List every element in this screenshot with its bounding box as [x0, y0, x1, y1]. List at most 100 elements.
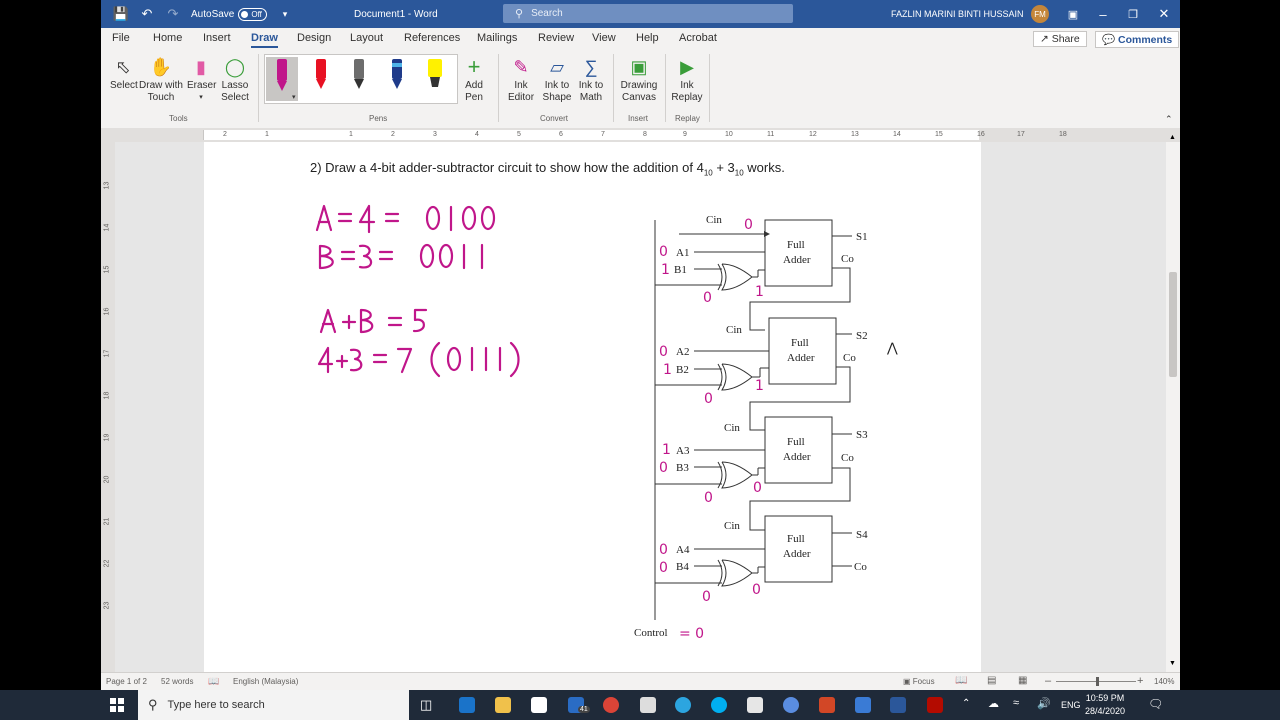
tab-design[interactable]: Design	[297, 32, 331, 44]
ribbon-display-icon[interactable]: ▣	[1059, 0, 1087, 28]
proofing-icon[interactable]: 📖	[208, 676, 219, 687]
scroll-down-icon[interactable]: ▼	[1169, 660, 1176, 667]
autosave-switch[interactable]: Off	[238, 7, 267, 21]
drawing-canvas-button[interactable]: ▣ Drawing Canvas	[619, 54, 659, 104]
edge-icon[interactable]	[459, 697, 475, 713]
word-count[interactable]: 52 words	[161, 677, 193, 686]
pen-3[interactable]	[343, 57, 375, 101]
draw-with-touch-button[interactable]: ✋ Draw with Touch	[139, 54, 183, 104]
scroll-up-icon[interactable]: ▲	[1169, 134, 1176, 141]
read-mode-icon[interactable]: 📖	[955, 675, 967, 686]
tab-references[interactable]: References	[404, 32, 460, 44]
ruler-number: 5	[517, 131, 521, 138]
minimize-icon[interactable]: –	[1089, 0, 1117, 28]
snipping-tool-icon[interactable]	[747, 697, 763, 713]
ink-replay-button[interactable]: ▶ Ink Replay	[671, 54, 703, 104]
tab-acrobat[interactable]: Acrobat	[679, 32, 717, 44]
ruler-number: 16	[977, 131, 985, 138]
language-indicator[interactable]: ENG	[1061, 700, 1081, 710]
clock[interactable]: 10:59 PM 28/4/2020	[1085, 692, 1125, 718]
add-pen-button[interactable]: + Add Pen	[461, 54, 487, 104]
print-layout-icon[interactable]: ▤	[987, 675, 996, 686]
volume-icon[interactable]: 🔊	[1037, 697, 1051, 710]
tab-mailings[interactable]: Mailings	[477, 32, 517, 44]
ruler-number: 6	[559, 131, 563, 138]
acrobat-icon[interactable]	[927, 697, 943, 713]
notifications-icon[interactable]: 🗨	[1148, 697, 1163, 711]
customize-qat-icon[interactable]: ▾	[271, 0, 299, 28]
close-icon[interactable]: ✕	[1150, 0, 1178, 28]
tab-file[interactable]: File	[112, 32, 130, 44]
ink-editor-icon: ✎	[513, 57, 529, 77]
account-button[interactable]: FM	[1031, 0, 1049, 28]
chrome-icon[interactable]	[603, 697, 619, 713]
web-layout-icon[interactable]: ▦	[1018, 675, 1027, 686]
zoom-out-icon[interactable]: –	[1045, 675, 1051, 687]
telegram-icon[interactable]	[675, 697, 691, 713]
ink-b1-value: 1	[661, 262, 670, 278]
browser-icon[interactable]	[783, 697, 799, 713]
vruler-number: 14	[103, 223, 111, 232]
wifi-icon[interactable]: ≈	[1013, 697, 1019, 709]
file-explorer-icon[interactable]	[495, 697, 511, 713]
word-icon[interactable]	[890, 697, 906, 713]
pen-2[interactable]	[305, 57, 337, 101]
lasso-select-button[interactable]: ◯ Lasso Select	[220, 54, 250, 104]
task-view-icon[interactable]: ◫	[420, 697, 436, 713]
group-label-convert: Convert	[540, 114, 569, 123]
restore-icon[interactable]: ❐	[1119, 0, 1147, 28]
taskbar-search[interactable]: ⚲ Type here to search	[138, 690, 409, 720]
ink-to-shape-button[interactable]: ▱ Ink to Shape	[542, 54, 572, 104]
tab-draw[interactable]: Draw	[251, 32, 278, 48]
vertical-scrollbar[interactable]: ▲ ▼	[1166, 134, 1180, 672]
scroll-thumb[interactable]	[1169, 272, 1177, 377]
photos-icon[interactable]	[855, 697, 871, 713]
autosave-toggle[interactable]: AutoSave Off	[191, 0, 267, 28]
pen-4[interactable]	[381, 57, 413, 101]
pen-5[interactable]	[419, 57, 451, 101]
eraser-button[interactable]: ▮ Eraser ▾	[187, 54, 216, 104]
redo-icon[interactable]: ↷	[159, 0, 187, 28]
document-page[interactable]: 2) Draw a 4-bit adder-subtractor circuit…	[204, 142, 981, 672]
onedrive-icon[interactable]: ☁	[988, 697, 999, 710]
calculator-icon[interactable]	[640, 697, 656, 713]
ruler-number: 14	[893, 131, 901, 138]
ruler-number: 12	[809, 131, 817, 138]
mail-badge: 41	[578, 706, 590, 713]
ink-to-math-button[interactable]: ∑ Ink to Math	[576, 54, 606, 104]
page-count[interactable]: Page 1 of 2	[106, 677, 147, 686]
tab-review[interactable]: Review	[538, 32, 574, 44]
skype-icon[interactable]	[711, 697, 727, 713]
tab-home[interactable]: Home	[153, 32, 182, 44]
zoom-slider-thumb[interactable]	[1096, 677, 1099, 686]
taskbar: ⚲ Type here to search ◫ 41 ⌃ ☁ ≈ 🔊 ENG 1…	[0, 690, 1280, 720]
group-divider	[665, 54, 666, 122]
search-box[interactable]: ⚲ Search	[503, 4, 793, 23]
select-button[interactable]: ⬁ Select	[110, 54, 138, 92]
share-button[interactable]: ↗ Share	[1033, 31, 1087, 47]
comments-label: Comments	[1118, 34, 1173, 46]
tray-chevron-icon[interactable]: ⌃	[962, 698, 970, 709]
group-divider	[613, 54, 614, 122]
ink-editor-button[interactable]: ✎ Ink Editor	[504, 54, 538, 104]
save-icon[interactable]: 💾	[107, 0, 135, 28]
tab-insert[interactable]: Insert	[203, 32, 231, 44]
tab-view[interactable]: View	[592, 32, 616, 44]
zoom-in-icon[interactable]: +	[1137, 675, 1143, 687]
zoom-level[interactable]: 140%	[1154, 677, 1174, 686]
group-divider	[258, 54, 259, 122]
tab-help[interactable]: Help	[636, 32, 659, 44]
vruler-number: 22	[103, 559, 111, 568]
focus-button[interactable]: ▣ Focus	[903, 677, 935, 686]
sum-label: S3	[856, 429, 868, 441]
collapse-ribbon-icon[interactable]: ⌃	[1165, 114, 1173, 125]
comments-button[interactable]: 💬 Comments	[1095, 31, 1180, 48]
undo-icon[interactable]: ↶	[133, 0, 161, 28]
canvas-icon: ▣	[630, 57, 648, 77]
powerpoint-icon[interactable]	[819, 697, 835, 713]
language-indicator[interactable]: English (Malaysia)	[233, 677, 298, 686]
store-icon[interactable]	[531, 697, 547, 713]
tab-layout[interactable]: Layout	[350, 32, 383, 44]
pen-1[interactable]: ▾	[266, 57, 298, 101]
windows-start-icon[interactable]	[110, 698, 124, 712]
